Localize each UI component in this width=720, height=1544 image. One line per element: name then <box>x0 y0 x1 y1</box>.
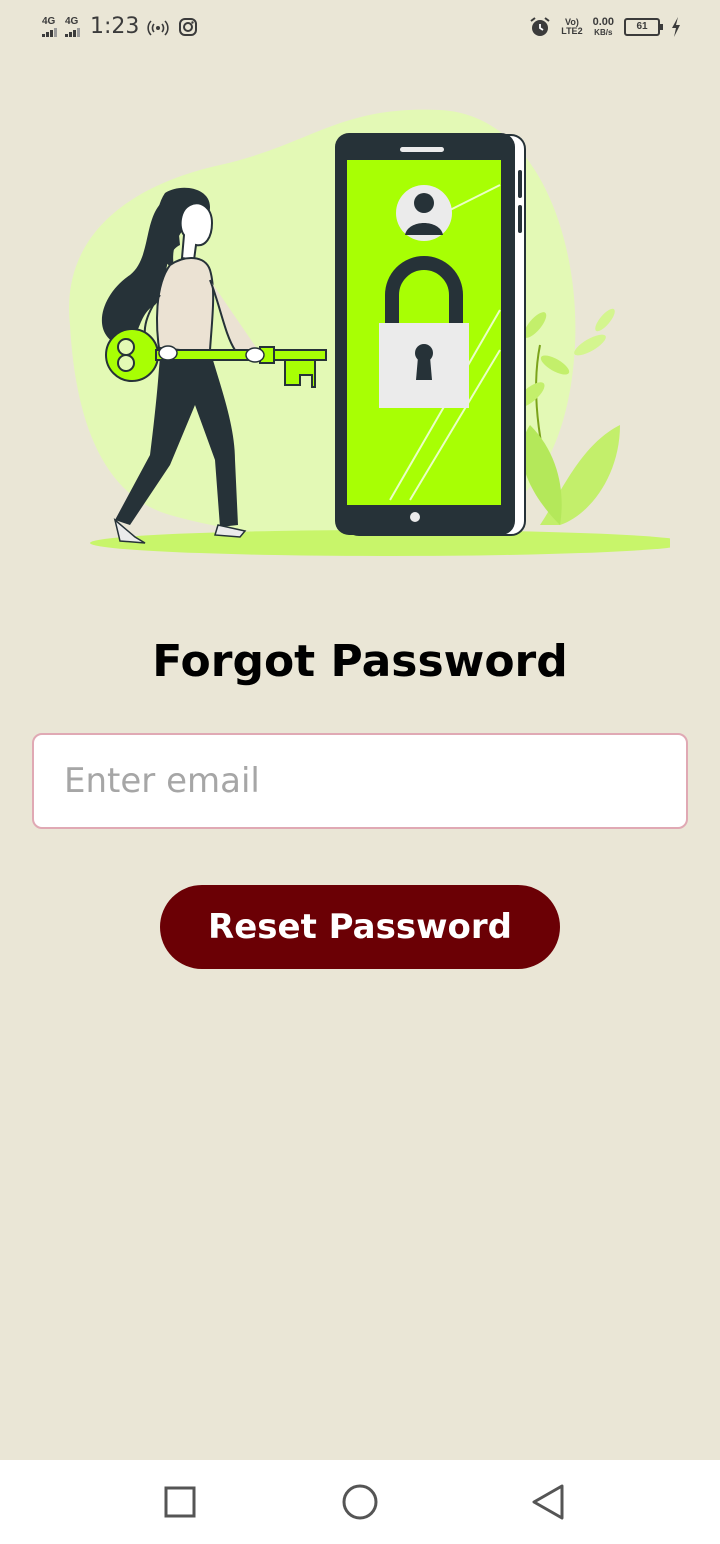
back-button[interactable] <box>526 1480 570 1524</box>
phone-illustration <box>335 133 526 536</box>
status-bar: 4G 4G 1:23 Vo) LTE2 0.00 KB/s 61 <box>0 0 720 56</box>
security-illustration <box>69 109 670 556</box>
status-bar-right: Vo) LTE2 0.00 KB/s 61 <box>529 16 682 38</box>
alarm-icon <box>530 17 550 36</box>
battery-level: 61 <box>636 21 648 32</box>
status-bar-left: 4G 4G 1:23 <box>42 14 199 39</box>
instagram-icon <box>179 17 198 36</box>
volte-indicator: Vo) LTE2 <box>561 18 582 36</box>
recent-apps-button[interactable] <box>158 1480 202 1524</box>
page-title: Forgot Password <box>152 636 568 687</box>
home-icon <box>342 1484 378 1520</box>
signal-2-label: 4G <box>65 15 79 27</box>
back-icon <box>532 1484 564 1520</box>
signal-indicator-1: 4G <box>42 15 57 37</box>
user-avatar-icon <box>396 185 452 241</box>
email-input[interactable] <box>32 733 688 829</box>
home-button[interactable] <box>338 1480 382 1524</box>
battery-indicator: 61 <box>624 18 663 36</box>
network-speed: 0.00 KB/s <box>592 16 614 38</box>
recent-apps-icon <box>164 1486 196 1518</box>
network-speed-value: 0.00 <box>592 16 614 28</box>
reset-password-button[interactable]: Reset Password <box>160 885 560 969</box>
network-speed-unit: KB/s <box>594 28 613 37</box>
signal-bars-icon <box>65 27 80 37</box>
charging-icon <box>672 17 680 37</box>
signal-bars-icon <box>42 27 57 37</box>
system-navigation-bar <box>0 1460 720 1544</box>
hotspot-icon <box>147 19 170 36</box>
signal-1-label: 4G <box>42 15 56 27</box>
lte-label: LTE2 <box>561 26 583 36</box>
signal-indicator-2: 4G <box>65 15 80 37</box>
clock: 1:23 <box>90 14 140 39</box>
